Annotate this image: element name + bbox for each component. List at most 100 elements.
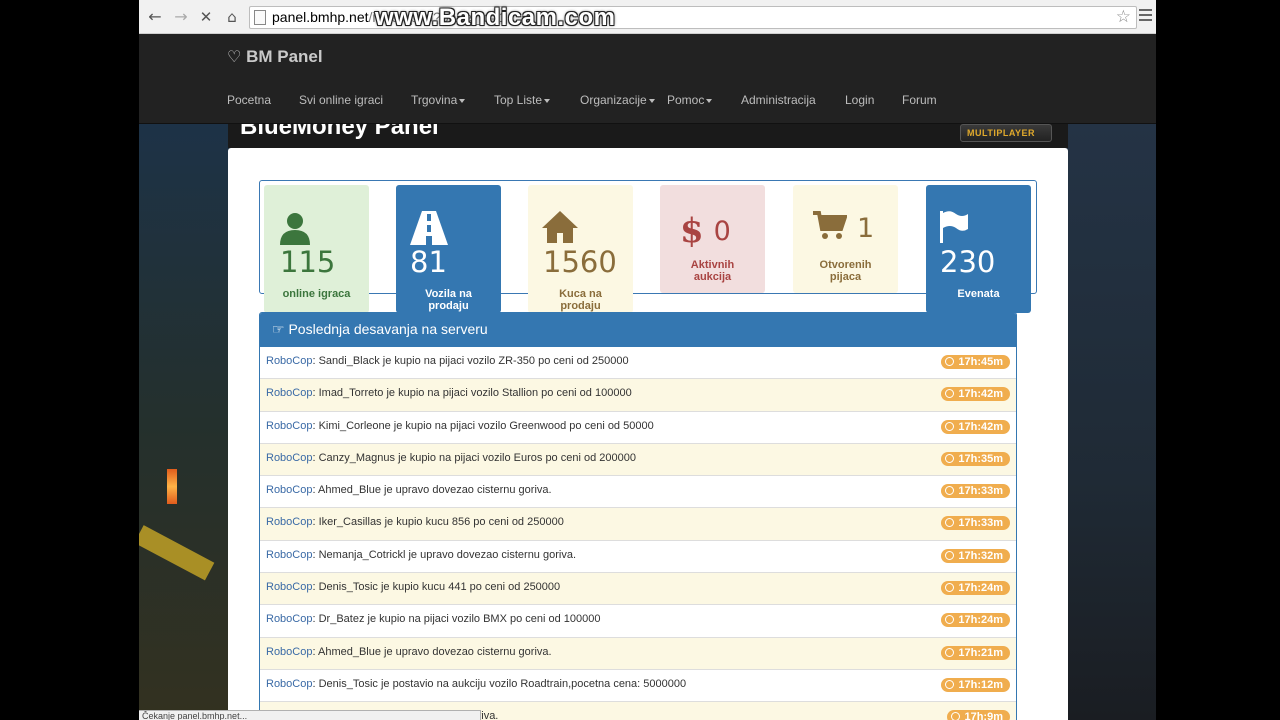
caret-down-icon [706,98,713,103]
clock-icon [951,712,961,720]
activity-row: RoboCop: Denis_Tosic je kupio kucu 441 p… [260,573,1016,606]
caret-down-icon [648,98,655,103]
time-value: 17h:45m [958,356,1003,368]
activity-panel: ☞ Poslednja desavanja na serveru RoboCop… [259,312,1017,720]
activity-author-link[interactable]: RoboCop [266,613,312,625]
heart-icon: ♡ [227,49,242,66]
clock-icon [945,486,955,496]
time-badge: 17h:24m [941,613,1010,628]
cart-icon [813,211,848,245]
time-badge: 17h:12m [941,677,1010,692]
bandicam-watermark: www.Bandicam.com [375,4,616,31]
nav-item-label: Organizacije [580,93,647,107]
flag-icon [940,211,970,247]
activity-author-link[interactable]: RoboCop [266,484,312,496]
nav-item-label: Top Liste [494,93,543,107]
nav-item-label: Pocetna [227,93,272,107]
clock-icon [945,453,955,463]
time-badge: 17h:35m [941,451,1010,466]
stat-tile-evenata: 230 Evenata [926,185,1031,313]
forward-arrow-icon[interactable]: → [171,7,191,27]
clock-icon [945,679,955,689]
activity-text: : Imad_Torreto je kupio na pijaci vozilo… [312,387,632,400]
activity-row: RoboCop: Sandi_Black je kupio na pijaci … [260,347,1016,380]
stat-label: online igraca [282,288,351,300]
activity-header: ☞ Poslednja desavanja na serveru [260,313,1016,347]
nav-item-forum[interactable]: Forum [902,93,962,107]
nav-item-label: Trgovina [411,93,458,107]
stat-value: 115 [280,245,336,279]
bookmark-star-icon[interactable]: ☆ [1116,7,1131,27]
time-badge: 17h:9m [947,710,1010,720]
time-badge: 17h:42m [941,419,1010,434]
activity-text: : Ahmed_Blue je upravo dovezao cisternu … [312,484,552,497]
activity-row: RoboCop: Kimi_Corleone je kupio na pijac… [260,412,1016,444]
site-header-banner: BlueMoney Panel MULTIPLAYER [228,124,1068,148]
brand-link[interactable]: ♡ BM Panel [227,47,323,67]
nav-item-login[interactable]: Login [845,93,902,107]
nav-item-label: Svi online igraci [299,93,384,107]
time-value: 17h:12m [958,678,1003,691]
time-value: 17h:21m [958,646,1003,659]
time-value: 17h:33m [958,485,1003,498]
nav-item-administracija[interactable]: Administracija [741,93,845,107]
nav-item-label: Forum [902,93,937,107]
activity-author-link[interactable]: RoboCop [266,678,312,690]
activity-author-link[interactable]: RoboCop [266,549,312,561]
stat-label: Vozila na prodaju [425,288,472,312]
back-arrow-icon[interactable]: ← [145,7,165,27]
activity-text: : Ahmed_Blue je upravo dovezao cisternu … [312,645,552,658]
nav-item-organizacije[interactable]: Organizacije [580,93,667,107]
activity-text: : Denis_Tosic je kupio kucu 441 po ceni … [312,581,561,594]
stat-tile-vozila-na-prodaju: 81 Vozila na prodaju [396,185,501,313]
stat-value: 230 [940,245,996,279]
time-badge: 17h:33m [941,484,1010,499]
home-icon[interactable]: ⌂ [222,7,242,27]
activity-row: RoboCop: Ahmed_Blue je upravo dovezao ci… [260,637,1016,670]
nav-menu: Pocetna Svi online igraci Trgovina Top List… [227,93,962,107]
stat-tile-aktivnih-aukcija: $0 Aktivnih aukcija [660,185,765,293]
stat-tile-online-igraca: 115 online igraca [264,185,369,313]
stats-box [259,180,1037,294]
caret-down-icon [459,98,466,103]
time-value: 17h:24m [958,614,1003,627]
activity-author-link[interactable]: RoboCop [266,355,312,367]
time-value: 17h:24m [958,582,1003,595]
activity-text: : Dr_Batez je kupio na pijaci vozilo BMX… [312,613,601,626]
time-value: 17h:9m [964,711,1003,720]
activity-author-link[interactable]: RoboCop [266,387,312,399]
home-icon [542,211,578,247]
page-icon [254,10,266,25]
activity-text: : Kimi_Corleone je kupio na pijaci vozil… [312,419,654,432]
nav-item-label: Pomoc [667,93,705,107]
nav-item-top-liste[interactable]: Top Liste [494,93,580,107]
browser-menu-icon[interactable] [1139,9,1152,24]
activity-author-link[interactable]: RoboCop [266,452,312,464]
activity-author-link[interactable]: RoboCop [266,581,312,593]
nav-item-pocetna[interactable]: Pocetna [227,93,299,107]
time-value: 17h:32m [958,549,1003,562]
activity-author-link[interactable]: RoboCop [266,516,312,528]
nav-item-pomoc[interactable]: Pomoc [667,93,741,107]
browser-status-bar: Čekanje panel.bmhp.net... [139,710,481,720]
activity-author-link[interactable]: RoboCop [266,646,312,658]
time-value: 17h:42m [958,388,1003,401]
nav-item-label: Login [845,93,875,107]
stop-loading-icon[interactable]: ✕ [196,7,216,27]
stat-value: 81 [410,245,447,279]
clock-icon [945,389,955,399]
nav-item-svi-online-igraci[interactable]: Svi online igraci [299,93,411,107]
activity-row: RoboCop: Canzy_Magnus je kupio na pijaci… [260,443,1016,477]
nav-item-trgovina[interactable]: Trgovina [411,93,494,107]
activity-author-link[interactable]: RoboCop [266,420,312,432]
stat-label: Aktivnih aukcija [690,259,735,283]
activity-row: RoboCop: Nemanja_Cotrickl je upravo dove… [260,541,1016,574]
stat-label: Evenata [957,288,1000,300]
time-badge: 17h:33m [941,516,1010,531]
stat-value: 1560 [543,245,617,279]
clock-icon [945,421,955,431]
caret-down-icon [544,98,551,103]
clock-icon [945,518,955,528]
activity-text: : Iker_Casillas je kupio kucu 856 po cen… [312,516,564,529]
main-panel: 115 online igraca 81 Vozila na prodaju 1560 K… [228,148,1068,720]
